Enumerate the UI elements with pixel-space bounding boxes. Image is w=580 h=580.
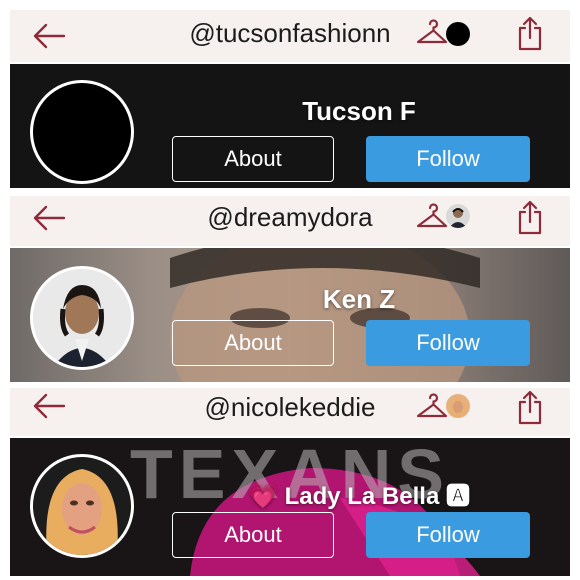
- top-bar: @nicolekeddie: [10, 388, 570, 436]
- display-name: Ken Z: [322, 284, 396, 314]
- profile-card-tucsonfashionn: @tucsonfashionn Tucson F About Follow: [0, 0, 580, 192]
- profile-card-dreamydora: @dreamydora Ken Z About Follow: [0, 192, 580, 386]
- about-button[interactable]: About: [172, 136, 334, 182]
- mini-avatar: [446, 394, 470, 418]
- share-icon[interactable]: [516, 16, 544, 57]
- hanger-icon[interactable]: [416, 200, 448, 235]
- username-title: @tucsonfashionn: [189, 18, 391, 48]
- follow-button[interactable]: Follow: [366, 320, 530, 366]
- top-bar: @tucsonfashionn: [10, 10, 570, 62]
- about-button[interactable]: About: [172, 512, 334, 558]
- display-name: 💗 Lady La Bella 🅰: [248, 483, 470, 510]
- hanger-icon[interactable]: [416, 390, 448, 425]
- follow-button[interactable]: Follow: [366, 512, 530, 558]
- hanger-icon[interactable]: [416, 16, 448, 51]
- share-icon[interactable]: [516, 200, 544, 241]
- avatar: [30, 80, 134, 184]
- username-title: @nicolekeddie: [204, 392, 376, 422]
- share-icon[interactable]: [516, 390, 544, 431]
- username-title: @dreamydora: [207, 202, 373, 232]
- profile-header: Tucson F About Follow: [10, 64, 570, 188]
- follow-button[interactable]: Follow: [366, 136, 530, 182]
- about-button[interactable]: About: [172, 320, 334, 366]
- display-name: Tucson F: [302, 96, 416, 126]
- profile-header: Ken Z About Follow: [10, 248, 570, 382]
- avatar: [30, 266, 134, 370]
- mini-avatar: [446, 22, 470, 46]
- profile-header: TEXANS 💗 Lady La Bella 🅰 About Follow: [10, 438, 570, 576]
- avatar: [30, 454, 134, 558]
- top-bar: @dreamydora: [10, 196, 570, 246]
- profile-card-nicolekeddie: @nicolekeddie TEXANS 💗 Lady La Bella 🅰 A…: [0, 386, 580, 580]
- mini-avatar: [446, 204, 470, 228]
